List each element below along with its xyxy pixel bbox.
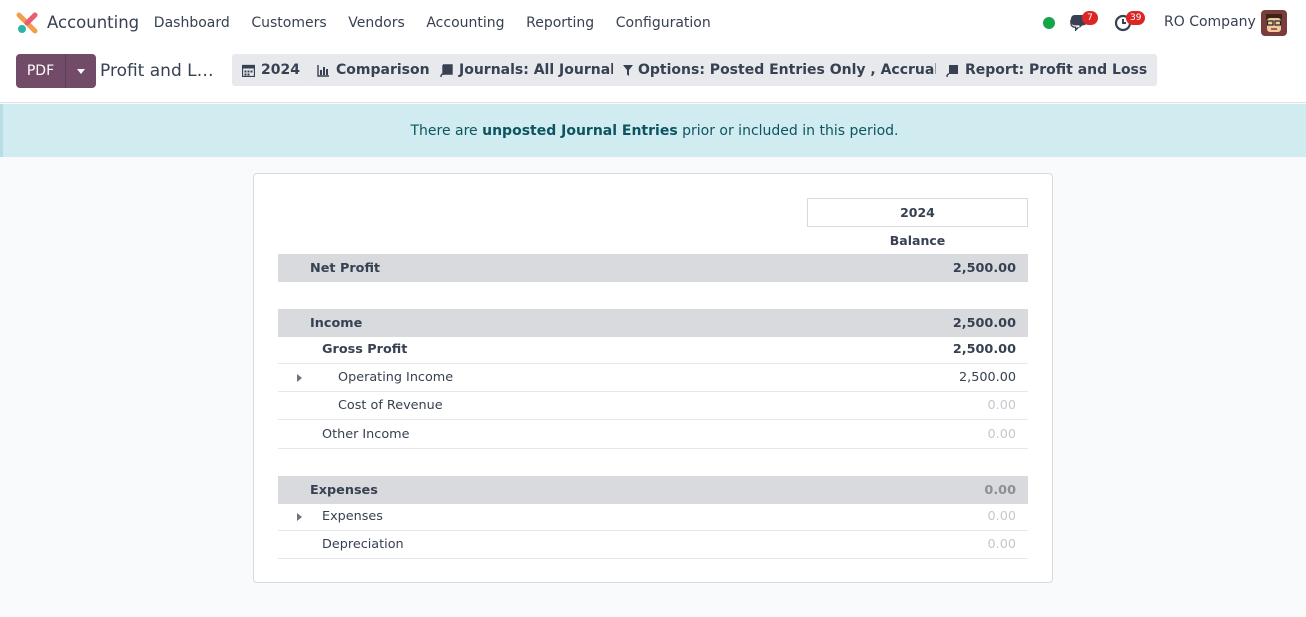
journals-filter-button[interactable]: Journals: All Journals <box>430 54 634 86</box>
line-value: 2,500.00 <box>959 370 1016 385</box>
filter-icon <box>623 64 633 76</box>
app-logo-icon[interactable] <box>16 12 38 34</box>
journals-filter-label: Journals: All Journals <box>459 62 624 78</box>
period-filter-label: 2024 <box>261 62 300 78</box>
company-switcher[interactable]: RO Company <box>1164 14 1256 30</box>
comparison-filter-label: Comparison <box>336 62 430 78</box>
line-value: 2,500.00 <box>952 315 1016 331</box>
menu-item-customers[interactable]: Customers <box>241 15 338 31</box>
export-dropdown-toggle[interactable] <box>65 54 96 88</box>
line-label: Expenses <box>310 482 378 498</box>
book-icon <box>440 63 453 77</box>
line-value: 0.00 <box>984 482 1016 498</box>
report-line-other-income[interactable]: Other Income 0.00 <box>278 421 1028 449</box>
line-value: 0.00 <box>987 398 1017 413</box>
chat-count-badge: 7 <box>1082 11 1098 25</box>
line-label: Net Profit <box>310 260 381 276</box>
book-icon <box>946 64 958 77</box>
calendar-icon <box>242 64 255 77</box>
report-variant-label: Report: Profit and Loss <box>965 62 1148 78</box>
menu-item-dashboard[interactable]: Dashboard <box>143 15 241 31</box>
report-line-cost-of-revenue[interactable]: Cost of Revenue 0.00 <box>278 392 1028 420</box>
presence-status-icon <box>1043 17 1055 29</box>
options-filter-label: Options: Posted Entries Only , Accrual B… <box>638 62 986 78</box>
report-line-expenses-total[interactable]: Expenses 0.00 <box>278 476 1028 504</box>
menu-item-vendors[interactable]: Vendors <box>337 15 415 31</box>
line-label: Cost of Revenue <box>338 398 443 413</box>
expand-caret-icon[interactable] <box>297 374 302 382</box>
report-line-gross-profit[interactable]: Gross Profit 2,500.00 <box>278 336 1028 364</box>
line-label: Income <box>310 315 363 331</box>
report-title: Profit and L… <box>100 61 214 81</box>
alert-text-prefix: There are <box>410 122 483 139</box>
column-balance-header: Balance <box>889 233 946 248</box>
column-period-header[interactable]: 2024 <box>807 198 1028 227</box>
report-line-expenses[interactable]: Expenses 0.00 <box>278 503 1028 531</box>
bar-chart-icon <box>317 64 329 77</box>
report-line-operating-income[interactable]: Operating Income 2,500.00 <box>278 364 1028 392</box>
menu-item-configuration[interactable]: Configuration <box>605 15 722 31</box>
line-label: Expenses <box>322 509 383 524</box>
menu-item-reporting[interactable]: Reporting <box>515 15 605 31</box>
unposted-entries-alert: There are unposted Journal Entries prior… <box>0 104 1306 157</box>
line-value: 0.00 <box>987 427 1017 442</box>
line-value: 2,500.00 <box>952 342 1016 357</box>
report-variant-button[interactable]: Report: Profit and Loss <box>936 54 1158 86</box>
line-label: Depreciation <box>322 537 404 552</box>
activity-count-badge: 39 <box>1126 11 1146 25</box>
period-filter-button[interactable]: 2024 <box>232 54 310 86</box>
report-line-net-profit[interactable]: Net Profit 2,500.00 <box>278 254 1028 282</box>
app-name[interactable]: Accounting <box>47 13 139 32</box>
line-label: Operating Income <box>338 370 454 385</box>
report-card: 2024 Balance Net Profit 2,500.00 Income … <box>253 173 1053 583</box>
expand-caret-icon[interactable] <box>297 513 302 521</box>
main-menu: Dashboard Customers Vendors Accounting R… <box>143 0 722 46</box>
alert-text-suffix: prior or included in this period. <box>677 122 899 139</box>
menu-item-accounting[interactable]: Accounting <box>416 15 516 31</box>
line-value: 0.00 <box>987 509 1017 524</box>
pdf-button[interactable]: PDF <box>16 54 65 88</box>
report-line-income[interactable]: Income 2,500.00 <box>278 309 1028 337</box>
line-value: 2,500.00 <box>952 260 1016 276</box>
line-value: 0.00 <box>987 537 1017 552</box>
print-button-group: PDF <box>16 54 96 88</box>
report-line-depreciation[interactable]: Depreciation 0.00 <box>278 531 1028 559</box>
line-label: Gross Profit <box>322 342 408 357</box>
line-label: Other Income <box>322 427 410 442</box>
comparison-filter-button[interactable]: Comparison <box>307 54 440 86</box>
user-avatar[interactable] <box>1261 10 1287 36</box>
caret-down-icon <box>77 68 85 74</box>
top-navbar: Accounting Dashboard Customers Vendors A… <box>0 0 1306 46</box>
control-panel: PDF Profit and L… 2024 Comparison Journa… <box>0 46 1306 103</box>
unposted-entries-link[interactable]: unposted Journal Entries <box>482 123 678 139</box>
